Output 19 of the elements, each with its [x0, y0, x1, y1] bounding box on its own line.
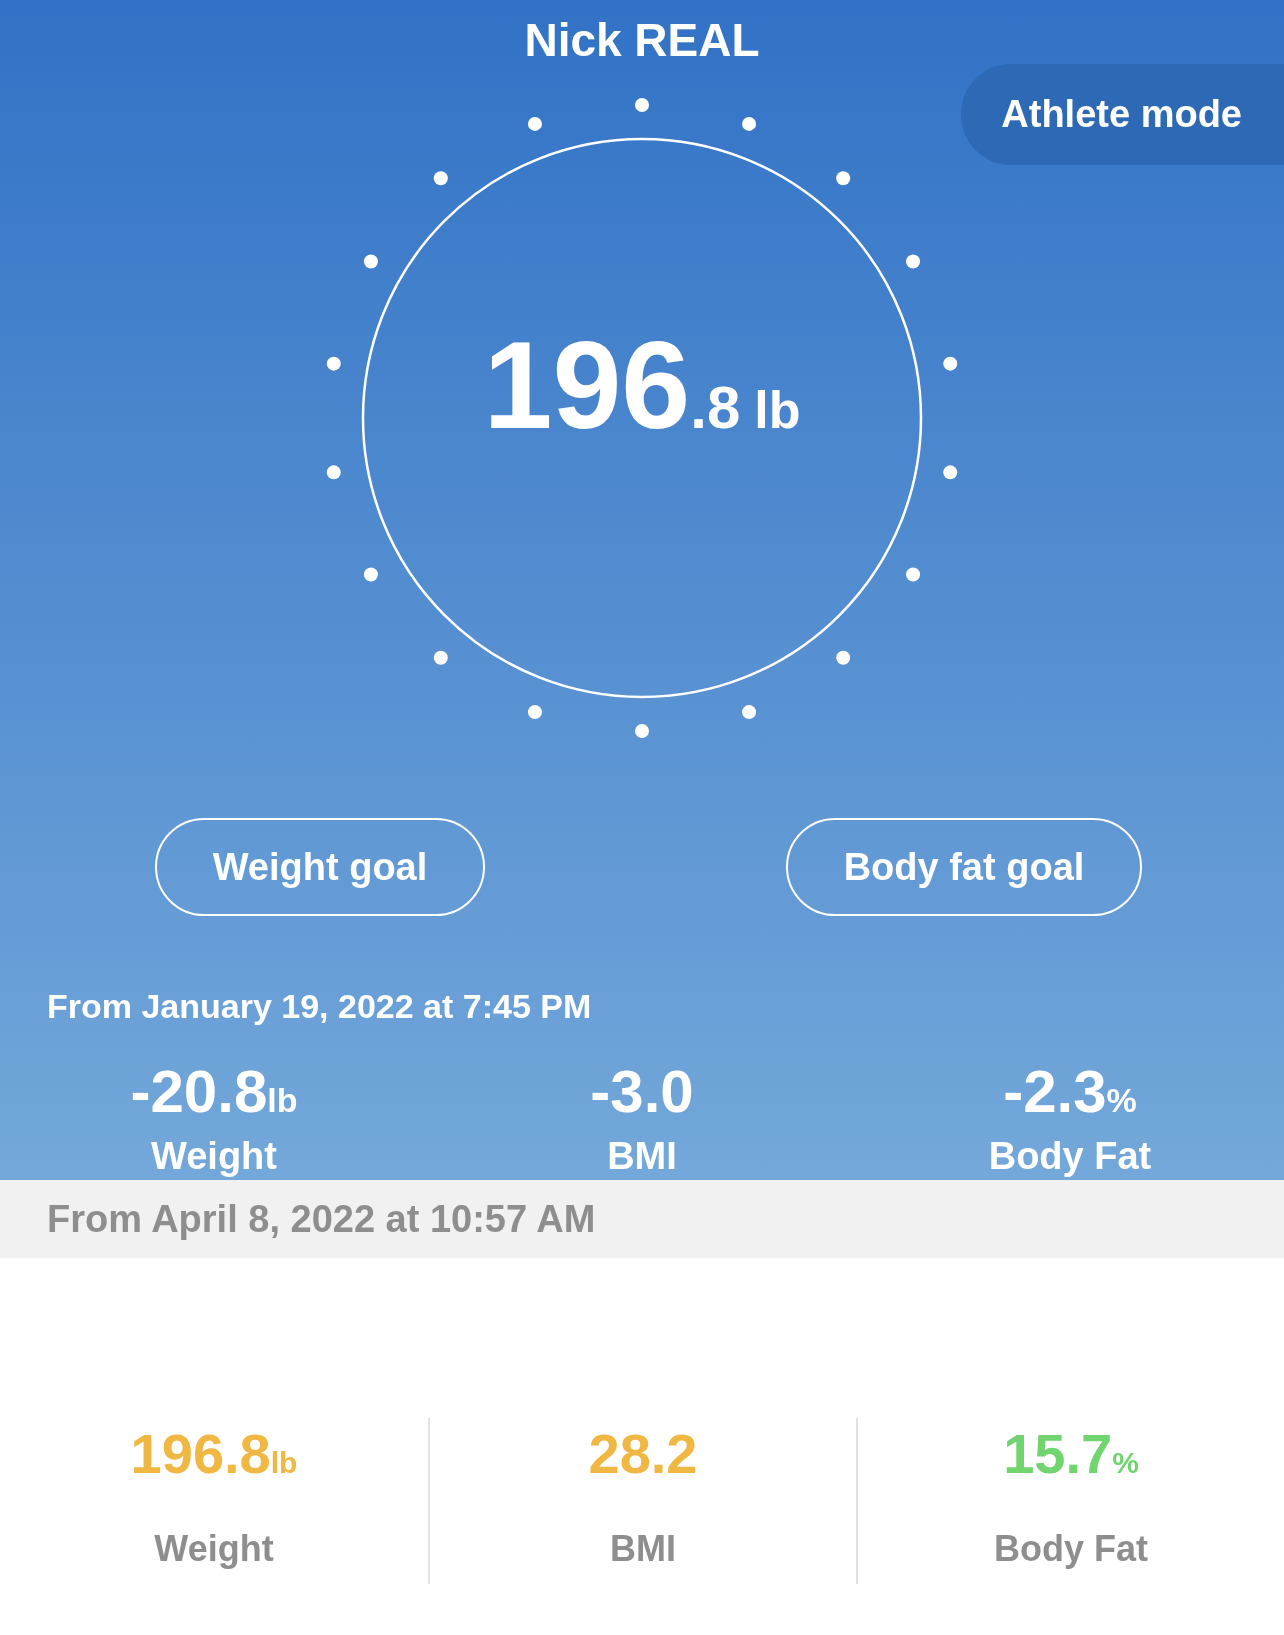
profile-name: Nick REAL	[524, 14, 760, 66]
change-label: Body Fat	[988, 1134, 1152, 1179]
weight-reading: 196.8 lb	[482, 323, 802, 447]
change-value: -20.8lb	[130, 1062, 298, 1122]
change-label: BMI	[607, 1134, 677, 1179]
metric-label: BMI	[610, 1527, 676, 1571]
metric-label: Body Fat	[994, 1527, 1148, 1571]
change-since-text: From January 19, 2022 at 7:45 PM	[47, 986, 592, 1027]
athlete-mode-button[interactable]: Athlete mode	[961, 64, 1284, 165]
metric-value: 196.8lb	[130, 1426, 298, 1482]
metric-label: Weight	[154, 1527, 274, 1571]
change-label: Weight	[151, 1134, 277, 1179]
goal-button[interactable]: Weight goal	[155, 818, 485, 916]
goal-button[interactable]: Body fat goal	[786, 818, 1142, 916]
section-header: From April 8, 2022 at 10:57 AM	[0, 1180, 1284, 1258]
metric-value: 28.2	[588, 1426, 698, 1482]
change-value: -3.0	[590, 1062, 694, 1122]
change-value: -2.3%	[1003, 1062, 1137, 1122]
metric-value: 15.7%	[1003, 1426, 1139, 1482]
